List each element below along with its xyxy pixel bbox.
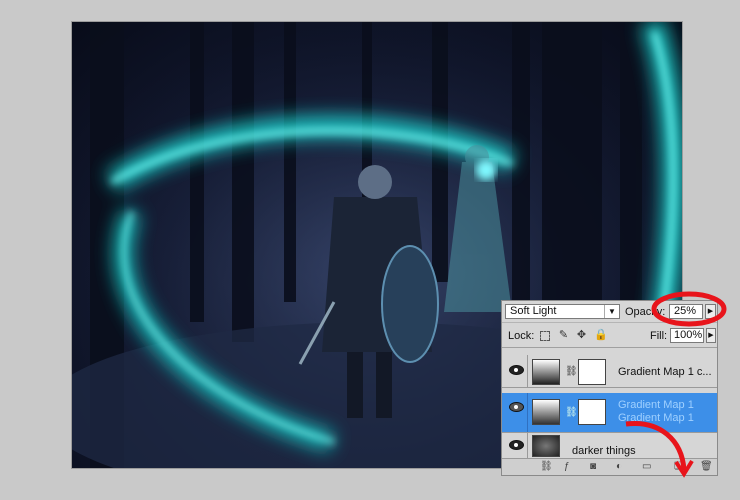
layer-name: Gradient Map 1 c...: [618, 366, 712, 378]
layer-name: darker things: [572, 445, 636, 457]
blend-mode-dropdown[interactable]: Soft Light ▼: [505, 304, 620, 319]
eye-icon: [509, 365, 524, 375]
move-icon[interactable]: ✥: [576, 330, 587, 341]
eye-icon: [509, 402, 524, 412]
layer-name-ghost: Gradient Map 1: [618, 412, 694, 424]
layer-style-icon[interactable]: ƒ: [564, 461, 570, 472]
layer-row[interactable]: darker things: [502, 433, 717, 459]
layer-name: Gradient Map 1: [618, 399, 694, 411]
link-icon: ⛓: [565, 407, 578, 418]
layers-panel: Soft Light ▼ Opacity: 25% ▶ Lock: ✎ ✥ 🔒 …: [501, 300, 718, 476]
add-mask-icon[interactable]: ◙: [590, 461, 596, 472]
mask-thumbnail[interactable]: [578, 399, 606, 425]
layer-row[interactable]: ⛓ Gradient Map 1 c...: [502, 355, 717, 388]
mask-thumbnail[interactable]: [578, 359, 606, 385]
fill-input[interactable]: 100%: [670, 328, 704, 343]
opacity-label: Opacity:: [625, 306, 666, 318]
lock-options-row: Lock: ✎ ✥ 🔒 Fill: 100% ▶: [502, 324, 717, 348]
eye-icon: [509, 440, 524, 450]
padlock-icon[interactable]: 🔒: [594, 330, 608, 341]
adjustment-thumbnail: [532, 399, 560, 425]
fill-slider-arrow-icon[interactable]: ▶: [706, 328, 716, 343]
visibility-toggle[interactable]: [502, 355, 528, 387]
link-icon: ⛓: [565, 366, 578, 377]
adjustment-layer-icon[interactable]: ◐: [616, 461, 622, 472]
fill-label: Fill:: [650, 330, 668, 342]
layer-row-selected[interactable]: ⛓ Gradient Map 1 Gradient Map 1: [502, 393, 717, 433]
blend-options-row: Soft Light ▼ Opacity: 25% ▶: [502, 301, 717, 323]
visibility-toggle[interactable]: [502, 393, 528, 432]
checker-icon[interactable]: [540, 331, 550, 341]
panel-footer: ⛓ ƒ ◙ ◐ ▭ ❏ 🗑: [502, 458, 717, 475]
brush-icon[interactable]: ✎: [558, 330, 569, 341]
trash-icon[interactable]: 🗑: [700, 461, 713, 472]
opacity-input[interactable]: 25%: [669, 304, 703, 319]
opacity-slider-arrow-icon[interactable]: ▶: [705, 304, 716, 319]
link-layers-icon[interactable]: ⛓: [540, 461, 553, 472]
layer-thumbnail: [532, 435, 560, 457]
visibility-toggle[interactable]: [502, 433, 528, 458]
adjustment-thumbnail: [532, 359, 560, 385]
chevron-down-icon: ▼: [604, 305, 619, 318]
lock-label: Lock:: [508, 330, 535, 342]
new-layer-icon[interactable]: ❏: [674, 461, 683, 472]
blend-mode-value: Soft Light: [510, 305, 557, 317]
group-folder-icon[interactable]: ▭: [642, 461, 651, 472]
